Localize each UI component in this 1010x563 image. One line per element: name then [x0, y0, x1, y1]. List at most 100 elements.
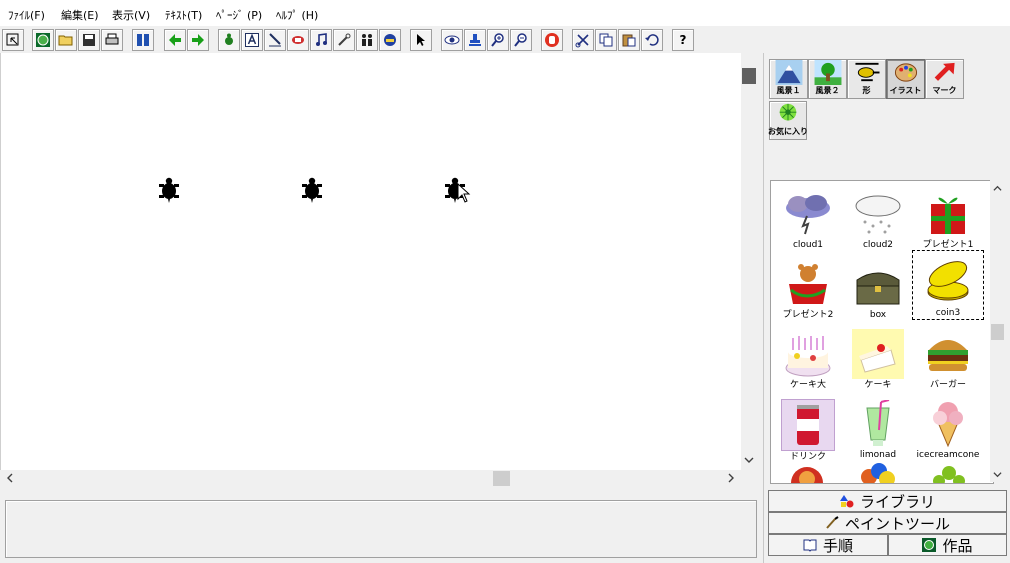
- category-label: マーク: [932, 86, 957, 95]
- menu-help[interactable]: ﾍﾙﾌﾟ (H): [276, 7, 318, 23]
- turtle-sprite[interactable]: [301, 177, 323, 203]
- library-item-limonad[interactable]: limonad: [843, 397, 913, 465]
- print-button[interactable]: [101, 29, 123, 51]
- sound-button[interactable]: [310, 29, 332, 51]
- toolbar: ?: [0, 26, 1010, 53]
- item-name: cloud1: [792, 240, 824, 250]
- text-a-icon: [245, 33, 259, 47]
- stop-button[interactable]: [541, 29, 563, 51]
- item-name: プレゼント2: [782, 310, 834, 320]
- item-name: ケーキ大: [789, 380, 826, 390]
- message-panel: [5, 500, 757, 558]
- stamp-tool-button[interactable]: [464, 29, 486, 51]
- burger-icon: [928, 340, 968, 371]
- library-tab-label: ライブラリ: [859, 492, 935, 511]
- save-button[interactable]: [78, 29, 100, 51]
- vertical-scroll-thumb[interactable]: [742, 68, 756, 84]
- scroll-up-icon[interactable]: [993, 184, 1002, 193]
- library-item-burger[interactable]: バーガー: [913, 327, 983, 395]
- library-scroll-thumb[interactable]: [991, 324, 1004, 340]
- character-button[interactable]: [218, 29, 240, 51]
- pointer-button[interactable]: [410, 29, 432, 51]
- layout-button[interactable]: [132, 29, 154, 51]
- animation-button[interactable]: [356, 29, 378, 51]
- next-page-button[interactable]: [187, 29, 209, 51]
- people-icon: [362, 34, 372, 46]
- select-mode-button[interactable]: [2, 29, 24, 51]
- open-folder-icon: [58, 35, 73, 46]
- stamp-icon: [469, 34, 481, 46]
- paste-button[interactable]: [618, 29, 640, 51]
- new-button[interactable]: [32, 29, 54, 51]
- scissors-icon: [575, 34, 589, 48]
- menu-page[interactable]: ﾍﾟｰｼﾞ (P): [216, 7, 262, 23]
- canvas-vertical-scrollbar[interactable]: [741, 53, 758, 470]
- eraser-button[interactable]: [287, 29, 309, 51]
- layout-icon: [137, 34, 149, 46]
- favorites-button[interactable]: お気に入り: [768, 101, 808, 140]
- zoom-out-icon: [514, 33, 527, 47]
- select-mode-icon: [6, 33, 19, 46]
- category-tab-shapes[interactable]: 形: [847, 59, 886, 99]
- snow-cloud-icon: [855, 195, 901, 234]
- helicopter-icon: [854, 62, 879, 82]
- category-tab-mark[interactable]: マーク: [925, 59, 964, 99]
- library-item-icecreamcone[interactable]: icecreamcone: [913, 397, 983, 465]
- pen-tool-button[interactable]: [264, 29, 286, 51]
- undo-icon: [645, 34, 659, 46]
- item-name: limonad: [859, 450, 897, 460]
- category-label: イラスト: [889, 86, 922, 95]
- library-item-box[interactable]: box: [843, 257, 913, 325]
- library-item-cloud1[interactable]: cloud1: [773, 187, 843, 255]
- library-scrollbar[interactable]: [990, 180, 1005, 482]
- zoom-in-button[interactable]: [487, 29, 509, 51]
- category-tab-landscape1[interactable]: 風景１: [769, 59, 808, 99]
- eraser-icon: [292, 36, 304, 44]
- item-name: coin3: [935, 308, 961, 318]
- arrow-mark-icon: [934, 62, 955, 81]
- library-item-drink[interactable]: ドリンク: [773, 397, 843, 465]
- drawing-canvas[interactable]: [0, 53, 742, 470]
- category-tab-illust[interactable]: イラスト: [886, 59, 925, 99]
- scroll-down-icon[interactable]: [744, 455, 754, 465]
- horizontal-scroll-thumb[interactable]: [493, 471, 510, 486]
- steps-tab[interactable]: 手順: [768, 534, 888, 556]
- stamp-button[interactable]: [379, 29, 401, 51]
- scroll-down-icon[interactable]: [993, 470, 1002, 479]
- menu-file[interactable]: ﾌｧｲﾙ(F): [8, 7, 45, 23]
- turtle-sprite[interactable]: [158, 177, 180, 203]
- menu-view[interactable]: 表示(V): [112, 7, 150, 23]
- library-item-cake[interactable]: ケーキ: [843, 327, 913, 395]
- scroll-right-icon[interactable]: [726, 473, 736, 483]
- prev-page-button[interactable]: [164, 29, 186, 51]
- preview-button[interactable]: [441, 29, 463, 51]
- cut-button[interactable]: [572, 29, 594, 51]
- turtle-icon: [225, 33, 233, 45]
- help-button[interactable]: ?: [672, 29, 694, 51]
- music-note-icon: [316, 33, 327, 46]
- can-drink-icon: [797, 405, 819, 445]
- scroll-left-icon[interactable]: [5, 473, 15, 483]
- library-item-present1[interactable]: プレゼント1: [913, 187, 983, 255]
- open-button[interactable]: [55, 29, 77, 51]
- undo-button[interactable]: [641, 29, 663, 51]
- library-item-big-cake[interactable]: ケーキ大: [773, 327, 843, 395]
- item-name: バーガー: [929, 380, 966, 390]
- text-tool-button[interactable]: [241, 29, 263, 51]
- library-item-present2[interactable]: プレゼント2: [773, 257, 843, 325]
- library-item-coin3[interactable]: coin3: [912, 250, 984, 320]
- library-tab[interactable]: ライブラリ: [768, 490, 1007, 512]
- cake-slice-icon: [859, 344, 896, 373]
- item-name: icecreamcone: [916, 450, 980, 460]
- works-tab[interactable]: 作品: [888, 534, 1007, 556]
- zoom-out-button[interactable]: [510, 29, 532, 51]
- tool-button[interactable]: [333, 29, 355, 51]
- canvas-horizontal-scrollbar[interactable]: [0, 470, 741, 487]
- menu-text[interactable]: ﾃｷｽﾄ(T): [165, 7, 202, 23]
- menu-edit[interactable]: 編集(E): [61, 7, 99, 23]
- category-tab-landscape2[interactable]: 風景２: [808, 59, 847, 99]
- library-item-cloud2[interactable]: cloud2: [843, 187, 913, 255]
- paint-tool-tab[interactable]: ペイントツール: [768, 512, 1007, 534]
- copy-button[interactable]: [595, 29, 617, 51]
- book-icon: [803, 539, 817, 552]
